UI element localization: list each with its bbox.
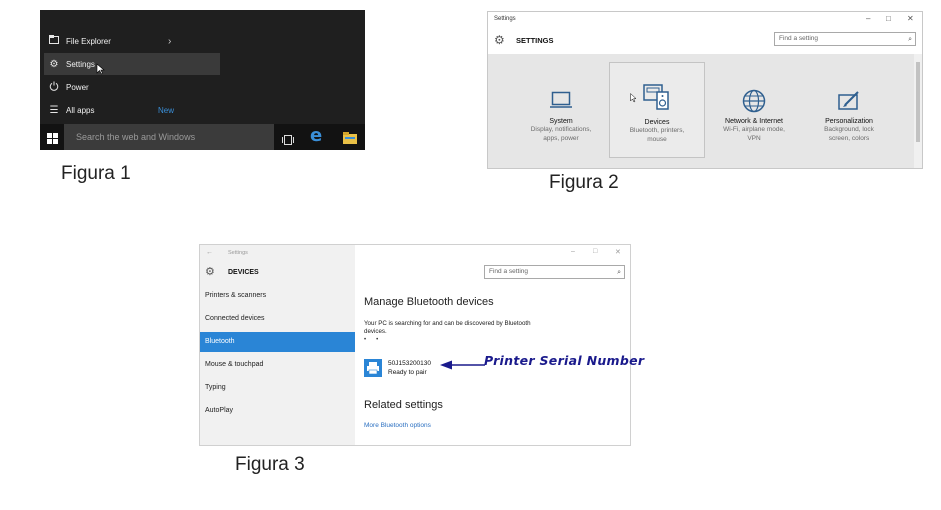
search-input[interactable]: Find a setting ⌕ — [774, 32, 916, 46]
sidebar-item-autoplay[interactable]: AutoPlay — [200, 401, 355, 421]
close-button[interactable]: ✕ — [907, 14, 914, 23]
menu-item-settings[interactable]: ⚙ Settings — [44, 53, 220, 75]
tile-description: Wi-Fi, airplane mode, — [723, 126, 785, 133]
scrollbar[interactable] — [914, 54, 922, 168]
tile-title: Personalization — [825, 118, 873, 125]
globe-icon — [706, 89, 802, 114]
menu-item-label: Power — [66, 82, 89, 92]
gear-icon: ⚙ — [494, 33, 505, 47]
maximize-button[interactable]: □ — [593, 248, 597, 255]
figure2-caption: Figura 2 — [549, 172, 619, 193]
menu-item-label: File Explorer — [66, 36, 111, 46]
settings-home-window: Settings – □ ✕ ⚙ SETTINGS Find a setting… — [487, 11, 923, 169]
menu-item-file-explorer[interactable]: File Explorer › — [44, 30, 220, 52]
paint-icon — [801, 90, 897, 114]
edge-browser-icon[interactable]: e — [310, 126, 322, 146]
progress-dots: • • — [364, 337, 379, 343]
scrollbar-thumb[interactable] — [916, 62, 920, 142]
tile-description: Display, notifications, — [530, 126, 592, 133]
start-menu-screenshot: File Explorer › ⚙ Settings Power ☰ All a… — [40, 10, 365, 150]
figure3-caption: Figura 3 — [235, 454, 305, 475]
devices-icon — [610, 83, 704, 115]
windows-logo-icon[interactable] — [47, 131, 58, 149]
mouse-cursor-icon — [96, 63, 105, 77]
page-title: DEVICES — [228, 269, 259, 276]
sidebar-item-typing[interactable]: Typing — [200, 378, 355, 398]
figure1-caption: Figura 1 — [61, 163, 131, 184]
settings-tiles-area: System Display, notifications, apps, pow… — [488, 54, 916, 168]
gear-icon: ⚙ — [49, 58, 59, 70]
taskbar: Search the web and Windows e — [40, 124, 365, 150]
tile-description: apps, power — [543, 135, 579, 142]
maximize-button[interactable]: □ — [886, 14, 891, 23]
tile-personalization[interactable]: Personalization Background, lock screen,… — [801, 62, 897, 158]
list-icon: ☰ — [49, 104, 59, 116]
sidebar-item-connected-devices[interactable]: Connected devices — [200, 309, 355, 329]
minimize-button[interactable]: – — [571, 248, 575, 255]
related-settings-title: Related settings — [364, 399, 443, 411]
laptop-icon — [513, 90, 609, 114]
tile-title: Devices — [644, 119, 670, 126]
search-placeholder: Find a setting — [489, 268, 529, 275]
tile-description: screen, colors — [828, 135, 870, 142]
section-title: Manage Bluetooth devices — [364, 296, 494, 308]
tile-description: Background, lock — [824, 126, 874, 133]
minimize-button[interactable]: – — [866, 14, 870, 23]
device-status: Ready to pair — [388, 369, 427, 376]
menu-item-label: Settings — [66, 59, 95, 69]
power-icon — [46, 81, 62, 94]
sidebar: ← Settings ⚙ DEVICES Printers & scanners… — [200, 245, 355, 445]
window-title: Settings — [494, 16, 516, 22]
devices-settings-window: ← Settings ⚙ DEVICES Printers & scanners… — [199, 244, 631, 446]
page-title: SETTINGS — [516, 36, 554, 45]
search-icon: ⌕ — [908, 36, 912, 43]
tile-title: Network & Internet — [725, 118, 783, 125]
taskbar-search-input[interactable]: Search the web and Windows — [64, 124, 274, 150]
chevron-right-icon: › — [168, 35, 172, 47]
sidebar-item-printers-scanners[interactable]: Printers & scanners — [200, 286, 355, 306]
device-name: 50J153200130 — [388, 360, 432, 367]
tile-network-internet[interactable]: Network & Internet Wi-Fi, airplane mode,… — [706, 62, 802, 158]
sidebar-item-bluetooth[interactable]: Bluetooth — [200, 332, 355, 352]
settings-header: ⚙ SETTINGS Find a setting ⌕ — [488, 29, 922, 53]
search-icon: ⌕ — [617, 269, 621, 276]
window-title: Settings — [228, 250, 248, 256]
menu-item-power[interactable]: Power — [44, 76, 220, 98]
tile-title: System — [549, 118, 573, 125]
new-badge: New — [158, 105, 175, 115]
search-input[interactable]: Find a setting ⌕ — [484, 265, 625, 279]
searching-status-text: devices. — [364, 328, 387, 335]
tile-devices[interactable]: Devices Bluetooth, printers, mouse — [609, 62, 705, 158]
menu-item-label: All apps — [66, 105, 95, 115]
arrow-left-icon — [440, 358, 486, 376]
tile-description: mouse — [647, 136, 667, 143]
searching-status-text: Your PC is searching for and can be disc… — [364, 320, 531, 327]
mouse-cursor-icon — [630, 90, 637, 108]
search-placeholder: Find a setting — [779, 35, 819, 42]
more-bluetooth-options-link[interactable]: More Bluetooth options — [364, 422, 431, 429]
sidebar-item-mouse-touchpad[interactable]: Mouse & touchpad — [200, 355, 355, 375]
task-view-icon[interactable] — [282, 132, 294, 150]
close-button[interactable]: ✕ — [615, 248, 621, 256]
printer-icon — [364, 359, 382, 377]
tile-description: VPN — [747, 135, 761, 142]
gear-icon: ⚙ — [205, 266, 215, 278]
printer-serial-number-annotation: Printer Serial Number — [484, 353, 645, 368]
tile-description: Bluetooth, printers, — [629, 127, 685, 134]
menu-item-all-apps[interactable]: ☰ All apps New — [44, 99, 220, 121]
tile-system[interactable]: System Display, notifications, apps, pow… — [513, 62, 609, 158]
main-panel: – □ ✕ Find a setting ⌕ Manage Bluetooth … — [355, 245, 630, 445]
back-arrow-icon[interactable]: ← — [206, 249, 213, 256]
file-explorer-taskbar-icon[interactable] — [343, 131, 357, 149]
folder-icon — [46, 35, 62, 47]
